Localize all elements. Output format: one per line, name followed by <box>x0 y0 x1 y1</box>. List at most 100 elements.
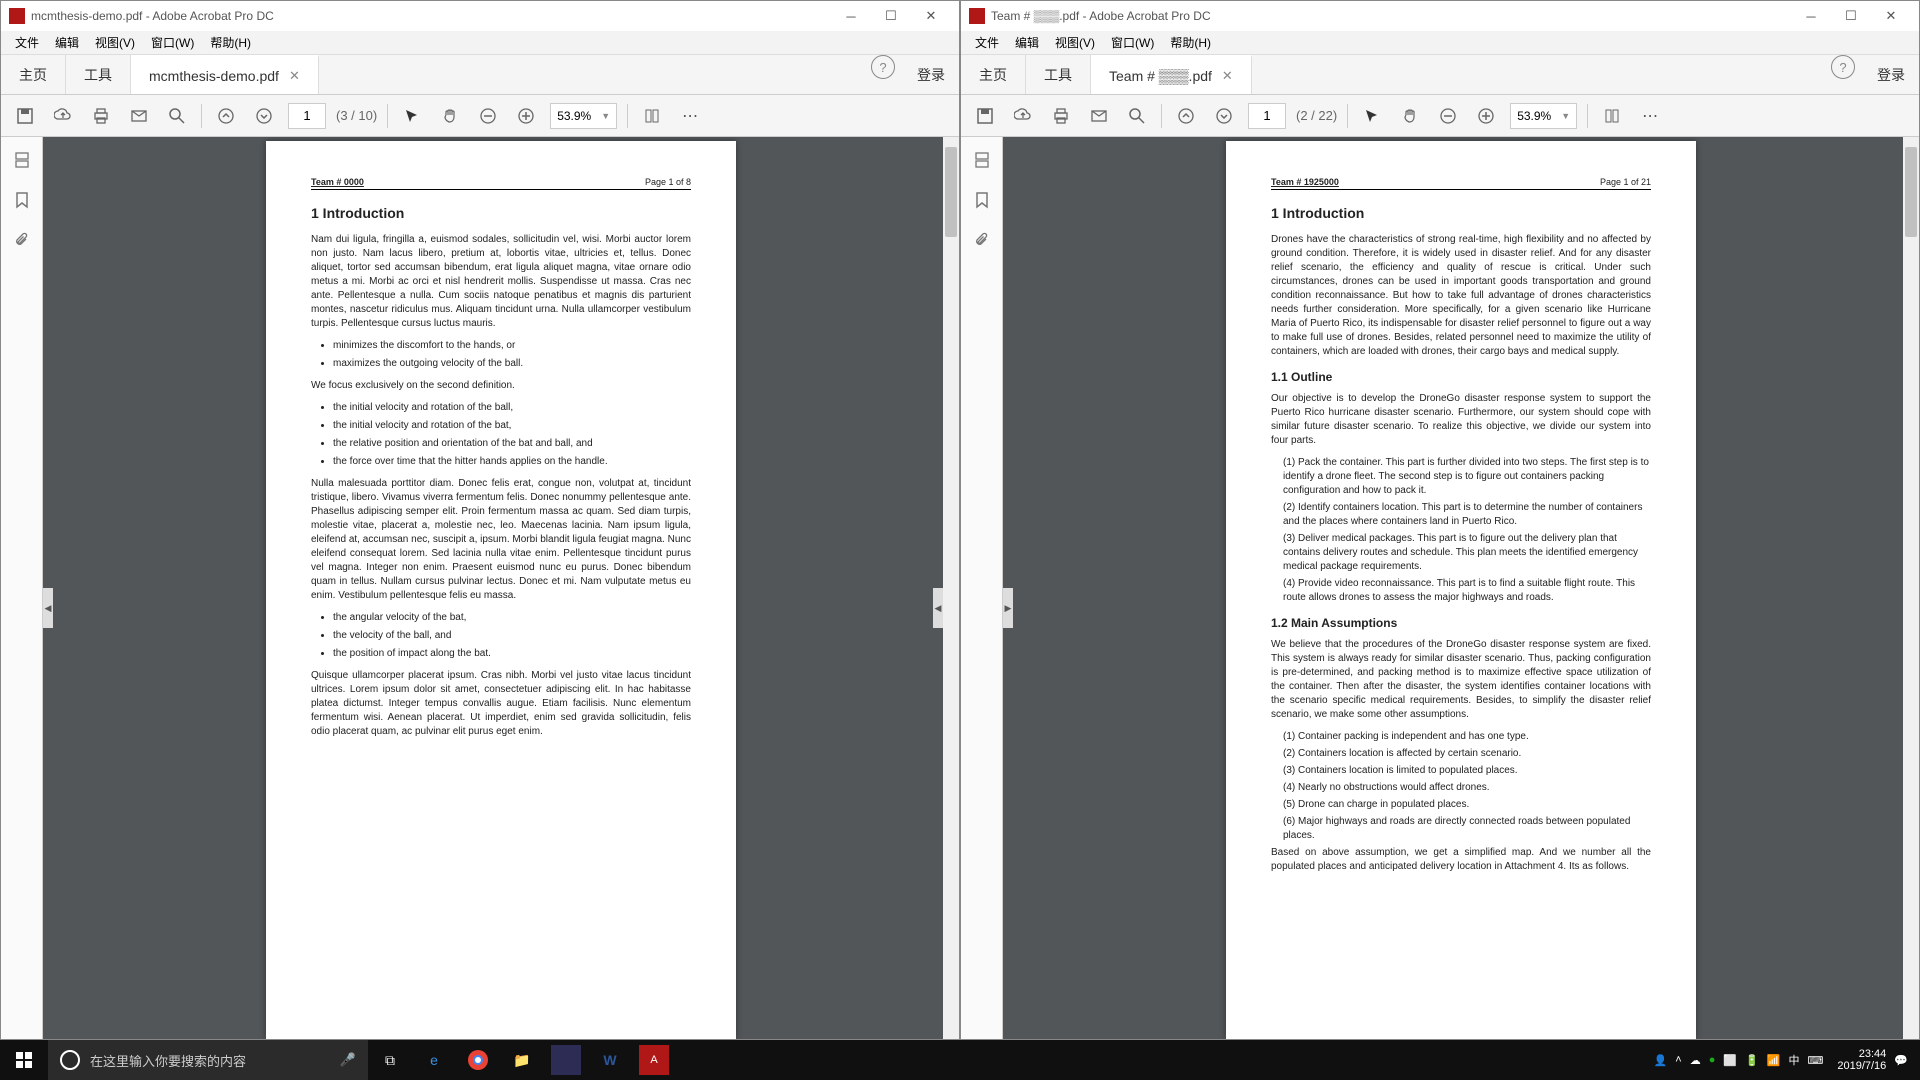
login-link[interactable]: 登录 <box>903 55 959 94</box>
save-icon[interactable] <box>971 102 999 130</box>
zoom-select[interactable]: 53.9%▼ <box>1510 103 1577 129</box>
zoom-select[interactable]: 53.9%▼ <box>550 103 617 129</box>
thumbnails-icon[interactable] <box>971 149 993 171</box>
wechat-icon[interactable]: ● <box>1709 1054 1716 1066</box>
system-tray[interactable]: 👤 ˄ ☁ ● ⬜ 🔋 📶 中 ⌨ 23:442019/7/16 💬 <box>1654 1048 1920 1072</box>
collapse-right[interactable]: ◀ <box>933 588 943 628</box>
people-icon[interactable]: 👤 <box>1654 1054 1668 1067</box>
page-input[interactable] <box>1248 103 1286 129</box>
explorer-icon[interactable]: 📁 <box>500 1040 544 1080</box>
menu-help[interactable]: 帮助(H) <box>202 32 259 53</box>
page-up-icon[interactable] <box>1172 102 1200 130</box>
scroll-thumb[interactable] <box>945 147 957 237</box>
help-icon[interactable]: ? <box>871 55 895 79</box>
zoom-in-icon[interactable] <box>512 102 540 130</box>
mic-icon[interactable]: 🎤 <box>340 1052 356 1068</box>
zoom-out-icon[interactable] <box>1434 102 1462 130</box>
page-input[interactable] <box>288 103 326 129</box>
bookmark-icon[interactable] <box>11 189 33 211</box>
tab-home[interactable]: 主页 <box>961 55 1026 94</box>
search-icon[interactable] <box>163 102 191 130</box>
maximize-button[interactable]: ☐ <box>1831 2 1871 30</box>
word-icon[interactable]: W <box>588 1040 632 1080</box>
tab-document[interactable]: Team # ▒▒▒.pdf✕ <box>1091 55 1252 94</box>
tab-document[interactable]: mcmthesis-demo.pdf✕ <box>131 55 319 94</box>
menu-view[interactable]: 视图(V) <box>1047 32 1103 53</box>
attachment-icon[interactable] <box>11 229 33 251</box>
chrome-icon[interactable] <box>456 1040 500 1080</box>
login-link[interactable]: 登录 <box>1863 55 1919 94</box>
zoom-in-icon[interactable] <box>1472 102 1500 130</box>
titlebar[interactable]: Team # ▒▒▒.pdf - Adobe Acrobat Pro DC ─ … <box>961 1 1919 31</box>
vscode-icon[interactable] <box>551 1045 581 1075</box>
thumbnails-icon[interactable] <box>11 149 33 171</box>
save-icon[interactable] <box>11 102 39 130</box>
titlebar[interactable]: mcmthesis-demo.pdf - Adobe Acrobat Pro D… <box>1 1 959 31</box>
menu-window[interactable]: 窗口(W) <box>143 32 202 53</box>
tray-chevron-icon[interactable]: ˄ <box>1675 1054 1681 1066</box>
maximize-button[interactable]: ☐ <box>871 2 911 30</box>
menu-help[interactable]: 帮助(H) <box>1162 32 1219 53</box>
battery-icon[interactable]: 🔋 <box>1745 1054 1759 1067</box>
menu-view[interactable]: 视图(V) <box>87 32 143 53</box>
menu-file[interactable]: 文件 <box>7 32 47 53</box>
ime-icon[interactable]: 中 <box>1788 1052 1799 1068</box>
scrollbar[interactable] <box>1903 137 1919 1039</box>
document-area: ▶ Team # 1925000Page 1 of 21 1 Introduct… <box>961 137 1919 1039</box>
task-view-icon[interactable]: ⧉ <box>368 1040 412 1080</box>
print-icon[interactable] <box>1047 102 1075 130</box>
tab-close-icon[interactable]: ✕ <box>289 68 300 84</box>
page-down-icon[interactable] <box>250 102 278 130</box>
email-icon[interactable] <box>1085 102 1113 130</box>
edge-icon[interactable]: e <box>412 1040 456 1080</box>
cortana-icon <box>60 1050 80 1070</box>
email-icon[interactable] <box>125 102 153 130</box>
search-box[interactable]: 在这里输入你要搜索的内容 🎤 <box>48 1040 368 1080</box>
tab-bar: 主页 工具 mcmthesis-demo.pdf✕ ? 登录 <box>1 55 959 95</box>
page-up-icon[interactable] <box>212 102 240 130</box>
cloud-upload-icon[interactable] <box>1009 102 1037 130</box>
scrollbar[interactable] <box>943 137 959 1039</box>
print-icon[interactable] <box>87 102 115 130</box>
menubar: 文件 编辑 视图(V) 窗口(W) 帮助(H) <box>961 31 1919 55</box>
acrobat-window-right: Team # ▒▒▒.pdf - Adobe Acrobat Pro DC ─ … <box>960 0 1920 1040</box>
menu-file[interactable]: 文件 <box>967 32 1007 53</box>
more-icon[interactable]: ⋯ <box>676 102 704 130</box>
tab-close-icon[interactable]: ✕ <box>1222 68 1233 84</box>
onedrive-icon[interactable]: ☁ <box>1690 1054 1701 1067</box>
menu-edit[interactable]: 编辑 <box>47 32 87 53</box>
attachment-icon[interactable] <box>971 229 993 251</box>
minimize-button[interactable]: ─ <box>1791 2 1831 30</box>
page-down-icon[interactable] <box>1210 102 1238 130</box>
tab-home[interactable]: 主页 <box>1 55 66 94</box>
zoom-out-icon[interactable] <box>474 102 502 130</box>
notifications-icon[interactable]: 💬 <box>1894 1054 1908 1067</box>
section-heading: 1 Introduction <box>1271 204 1651 224</box>
start-button[interactable] <box>0 1040 48 1080</box>
clock[interactable]: 23:442019/7/16 <box>1837 1048 1886 1072</box>
fit-width-icon[interactable] <box>1598 102 1626 130</box>
bookmark-icon[interactable] <box>971 189 993 211</box>
cloud-upload-icon[interactable] <box>49 102 77 130</box>
pdf-page: Team # 0000Page 1 of 8 1 Introduction Na… <box>266 141 736 1039</box>
search-icon[interactable] <box>1123 102 1151 130</box>
hand-tool-icon[interactable] <box>1396 102 1424 130</box>
select-tool-icon[interactable] <box>398 102 426 130</box>
more-icon[interactable]: ⋯ <box>1636 102 1664 130</box>
keyboard-icon[interactable]: ⌨ <box>1807 1054 1823 1067</box>
menu-window[interactable]: 窗口(W) <box>1103 32 1162 53</box>
tab-tools[interactable]: 工具 <box>1026 55 1091 94</box>
hand-tool-icon[interactable] <box>436 102 464 130</box>
help-icon[interactable]: ? <box>1831 55 1855 79</box>
close-button[interactable]: ✕ <box>1871 2 1911 30</box>
acrobat-icon[interactable]: A <box>639 1045 669 1075</box>
minimize-button[interactable]: ─ <box>831 2 871 30</box>
select-tool-icon[interactable] <box>1358 102 1386 130</box>
menu-edit[interactable]: 编辑 <box>1007 32 1047 53</box>
scroll-thumb[interactable] <box>1905 147 1917 237</box>
security-icon[interactable]: ⬜ <box>1723 1054 1737 1067</box>
tab-tools[interactable]: 工具 <box>66 55 131 94</box>
fit-width-icon[interactable] <box>638 102 666 130</box>
wifi-icon[interactable]: 📶 <box>1767 1054 1781 1067</box>
close-button[interactable]: ✕ <box>911 2 951 30</box>
